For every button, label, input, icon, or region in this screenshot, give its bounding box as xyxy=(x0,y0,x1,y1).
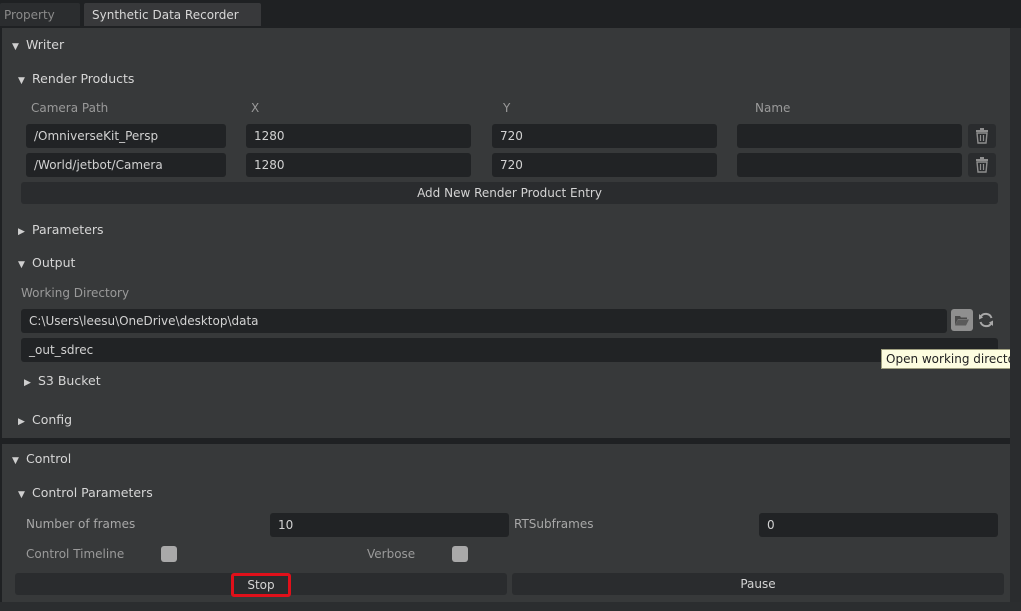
output-header[interactable]: ▼ Output xyxy=(18,255,75,270)
control-timeline-checkbox[interactable] xyxy=(161,546,177,562)
delete-row-button[interactable] xyxy=(968,153,996,177)
resolution-x-input[interactable]: 1280 xyxy=(246,153,471,177)
control-parameters-header[interactable]: ▼ Control Parameters xyxy=(18,485,153,500)
refresh-icon xyxy=(979,312,993,328)
tab-property[interactable]: Property xyxy=(0,3,80,26)
writer-header[interactable]: ▼ Writer xyxy=(12,37,64,52)
tab-bar: Property Synthetic Data Recorder xyxy=(0,0,1021,26)
tooltip: Open working directory xyxy=(881,349,1021,369)
config-title: Config xyxy=(32,412,73,427)
open-working-directory-button[interactable] xyxy=(951,309,973,331)
render-product-name-input[interactable] xyxy=(737,124,962,148)
pause-button[interactable]: Pause xyxy=(512,573,1004,595)
number-of-frames-input[interactable]: 10 xyxy=(270,513,509,537)
triangle-down-icon: ▼ xyxy=(18,260,25,270)
verbose-label: Verbose xyxy=(367,547,416,561)
column-header-name: Name xyxy=(755,101,791,115)
triangle-right-icon: ▶ xyxy=(18,227,25,237)
control-timeline-label: Control Timeline xyxy=(26,547,125,561)
resolution-x-input[interactable]: 1280 xyxy=(246,124,471,148)
writer-panel xyxy=(2,28,1010,438)
tab-synthetic-data-recorder[interactable]: Synthetic Data Recorder xyxy=(84,3,261,26)
triangle-down-icon: ▼ xyxy=(18,76,25,86)
s3-bucket-title: S3 Bucket xyxy=(38,373,101,388)
refresh-button[interactable] xyxy=(975,309,997,331)
triangle-down-icon: ▼ xyxy=(18,490,25,500)
writer-title: Writer xyxy=(26,37,65,52)
delete-row-button[interactable] xyxy=(968,124,996,148)
rtsubframes-input[interactable]: 0 xyxy=(759,513,998,537)
parameters-title: Parameters xyxy=(32,222,104,237)
control-title: Control xyxy=(26,451,72,466)
parameters-header[interactable]: ▶ Parameters xyxy=(18,222,104,237)
stop-button[interactable]: Stop xyxy=(231,573,291,597)
bottom-strip xyxy=(0,602,1021,611)
triangle-down-icon: ▼ xyxy=(12,42,19,52)
working-directory-label: Working Directory xyxy=(21,286,130,300)
output-folder-input[interactable]: _out_sdrec xyxy=(21,338,998,362)
control-parameters-title: Control Parameters xyxy=(32,485,153,500)
s3-bucket-header[interactable]: ▶ S3 Bucket xyxy=(24,373,101,388)
control-header[interactable]: ▼ Control xyxy=(12,451,71,466)
number-of-frames-label: Number of frames xyxy=(26,517,136,531)
config-header[interactable]: ▶ Config xyxy=(18,412,72,427)
trash-icon xyxy=(976,128,988,144)
scrollbar-track[interactable] xyxy=(1010,28,1021,611)
working-directory-input[interactable]: C:\Users\leesu\OneDrive\desktop\data xyxy=(21,309,947,333)
triangle-down-icon: ▼ xyxy=(12,456,19,466)
camera-path-input[interactable]: /World/jetbot/Camera xyxy=(26,153,226,177)
column-header-y: Y xyxy=(503,101,511,115)
render-product-name-input[interactable] xyxy=(737,153,962,177)
camera-path-input[interactable]: /OmniverseKit_Persp xyxy=(26,124,226,148)
triangle-right-icon: ▶ xyxy=(24,378,31,388)
verbose-checkbox[interactable] xyxy=(452,546,468,562)
resolution-y-input[interactable]: 720 xyxy=(492,153,717,177)
column-header-camera-path: Camera Path xyxy=(31,101,109,115)
render-products-title: Render Products xyxy=(32,71,135,86)
column-header-x: X xyxy=(251,101,260,115)
resolution-y-input[interactable]: 720 xyxy=(492,124,717,148)
render-products-header[interactable]: ▼ Render Products xyxy=(18,71,134,86)
output-title: Output xyxy=(32,255,76,270)
triangle-right-icon: ▶ xyxy=(18,417,25,427)
rtsubframes-label: RTSubframes xyxy=(514,517,594,531)
trash-icon xyxy=(976,157,988,173)
folder-open-icon xyxy=(955,316,969,326)
add-render-product-button[interactable]: Add New Render Product Entry xyxy=(21,182,998,204)
